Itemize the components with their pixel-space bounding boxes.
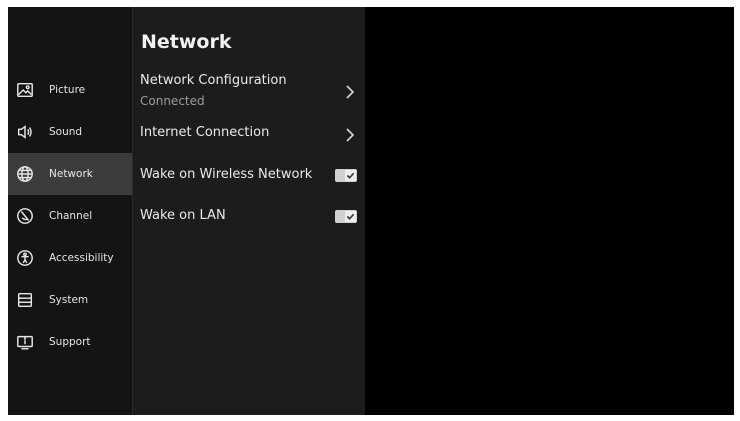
support-icon	[15, 332, 35, 352]
row-status: Connected	[140, 94, 205, 108]
checkmark-icon	[345, 211, 356, 222]
sound-icon	[15, 122, 35, 142]
sidebar-item-channel[interactable]: Channel	[8, 195, 132, 237]
sidebar-menu: Picture Sound Network Channel Accessibil…	[8, 69, 132, 363]
page-title: Network	[141, 31, 232, 53]
sidebar-item-accessibility[interactable]: Accessibility	[8, 237, 132, 279]
network-configuration-row[interactable]: Network Configuration Connected	[133, 69, 365, 115]
wake-on-lan-checkbox[interactable]	[335, 210, 357, 223]
sidebar-item-label: Accessibility	[49, 252, 114, 264]
network-panel: Network Network Configuration Connected …	[133, 7, 365, 415]
checkmark-icon	[345, 170, 356, 181]
row-label: Wake on Wireless Network	[140, 167, 313, 182]
accessibility-icon	[15, 248, 35, 268]
wake-on-wireless-checkbox[interactable]	[335, 169, 357, 182]
sidebar-item-sound[interactable]: Sound	[8, 111, 132, 153]
row-label: Wake on LAN	[140, 208, 226, 223]
sidebar-item-label: Support	[49, 336, 91, 348]
sidebar-item-label: Network	[49, 168, 93, 180]
wake-on-lan-row[interactable]: Wake on LAN	[133, 204, 365, 230]
sidebar-item-label: System	[49, 294, 89, 306]
globe-icon	[15, 164, 35, 184]
row-label: Network Configuration	[140, 73, 287, 88]
settings-sidebar: Picture Sound Network Channel Accessibil…	[8, 7, 133, 415]
chevron-right-icon	[345, 127, 355, 142]
internet-connection-row[interactable]: Internet Connection	[133, 121, 365, 147]
sidebar-item-support[interactable]: Support	[8, 321, 132, 363]
sidebar-item-label: Channel	[49, 210, 93, 222]
sidebar-item-label: Sound	[49, 126, 83, 138]
system-icon	[15, 290, 35, 310]
picture-icon	[15, 80, 35, 100]
row-label: Internet Connection	[140, 125, 270, 140]
tv-screen: Picture Sound Network Channel Accessibil…	[8, 7, 734, 415]
wake-on-wireless-row[interactable]: Wake on Wireless Network	[133, 163, 365, 189]
chevron-right-icon	[345, 84, 355, 99]
sidebar-item-label: Picture	[49, 84, 86, 96]
channel-icon	[15, 206, 35, 226]
sidebar-item-network[interactable]: Network	[8, 153, 132, 195]
sidebar-item-picture[interactable]: Picture	[8, 69, 132, 111]
sidebar-item-system[interactable]: System	[8, 279, 132, 321]
